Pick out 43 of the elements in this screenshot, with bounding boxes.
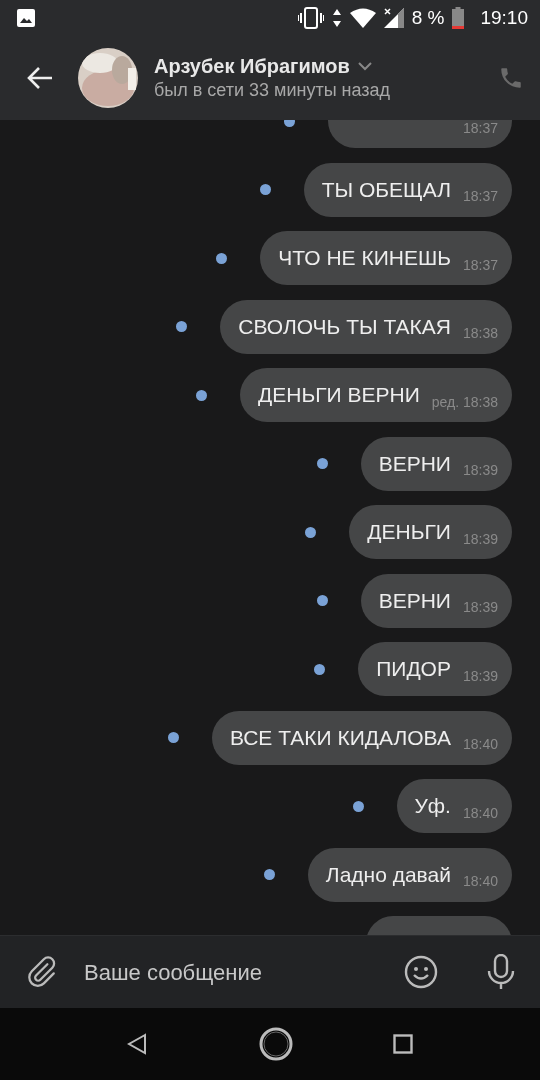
message-time: 18:39 bbox=[462, 666, 498, 686]
message-text: ДЕНЬГИ bbox=[367, 519, 451, 546]
message-text: ВСЕ ТАКИ КИДАЛОВА bbox=[229, 724, 451, 751]
message-text: Уф. bbox=[414, 793, 451, 820]
home-nav-icon[interactable] bbox=[259, 1027, 293, 1061]
message-time: 18:39 bbox=[462, 598, 498, 617]
data-arrows-icon bbox=[331, 8, 342, 28]
last-seen-status: был в сети 33 минуты назад bbox=[154, 79, 392, 102]
back-nav-icon[interactable] bbox=[127, 1033, 147, 1055]
back-icon[interactable] bbox=[26, 66, 54, 90]
message-text: ПИДОР bbox=[376, 656, 451, 683]
emoji-icon[interactable] bbox=[404, 955, 438, 989]
gallery-icon bbox=[16, 8, 36, 28]
microphone-icon[interactable] bbox=[486, 954, 516, 990]
message-time: 18:39 bbox=[462, 461, 498, 480]
signal-icon bbox=[383, 8, 404, 28]
message-text: ТЫ ОБЕЩАЛ bbox=[321, 176, 451, 203]
clock: 19:10 bbox=[480, 5, 528, 30]
contact-name[interactable]: Арзубек Ибрагимов bbox=[154, 54, 350, 78]
message-time: ред. 18:38 bbox=[431, 392, 498, 412]
battery-percent: 8 % bbox=[411, 5, 445, 30]
phone-icon[interactable] bbox=[498, 65, 524, 91]
message-text: СВОЛОЧЬ ТЫ ТАКАЯ bbox=[238, 313, 451, 340]
wifi-icon bbox=[349, 8, 376, 28]
message-text: ДЕНЬГИ ВЕРНИ bbox=[258, 382, 420, 409]
message-text: ВЕРНИ bbox=[378, 450, 451, 477]
message-time: 18:37 bbox=[462, 187, 498, 206]
recents-nav-icon[interactable] bbox=[393, 1034, 413, 1054]
message-time: 18:40 bbox=[462, 803, 498, 823]
message-text: ВЕРНИ bbox=[378, 587, 451, 614]
message-text: ЧТО НЕ КИНЕШЬ bbox=[278, 245, 451, 272]
vibrate-icon bbox=[297, 7, 324, 29]
message-time: 18:38 bbox=[462, 324, 498, 343]
message-text: Ладно давай bbox=[325, 861, 451, 888]
chevron-down-icon[interactable] bbox=[357, 61, 372, 71]
message-time: 18:40 bbox=[462, 872, 498, 891]
message-time: 18:40 bbox=[462, 735, 498, 754]
message-time: 18:37 bbox=[462, 255, 498, 275]
battery-icon bbox=[452, 7, 465, 29]
message-time: 18:37 bbox=[462, 120, 498, 138]
message-composer[interactable]: Ваше сообщение bbox=[0, 935, 540, 1008]
message-time: 18:39 bbox=[462, 529, 498, 549]
message-input[interactable]: Ваше сообщение bbox=[82, 954, 404, 990]
